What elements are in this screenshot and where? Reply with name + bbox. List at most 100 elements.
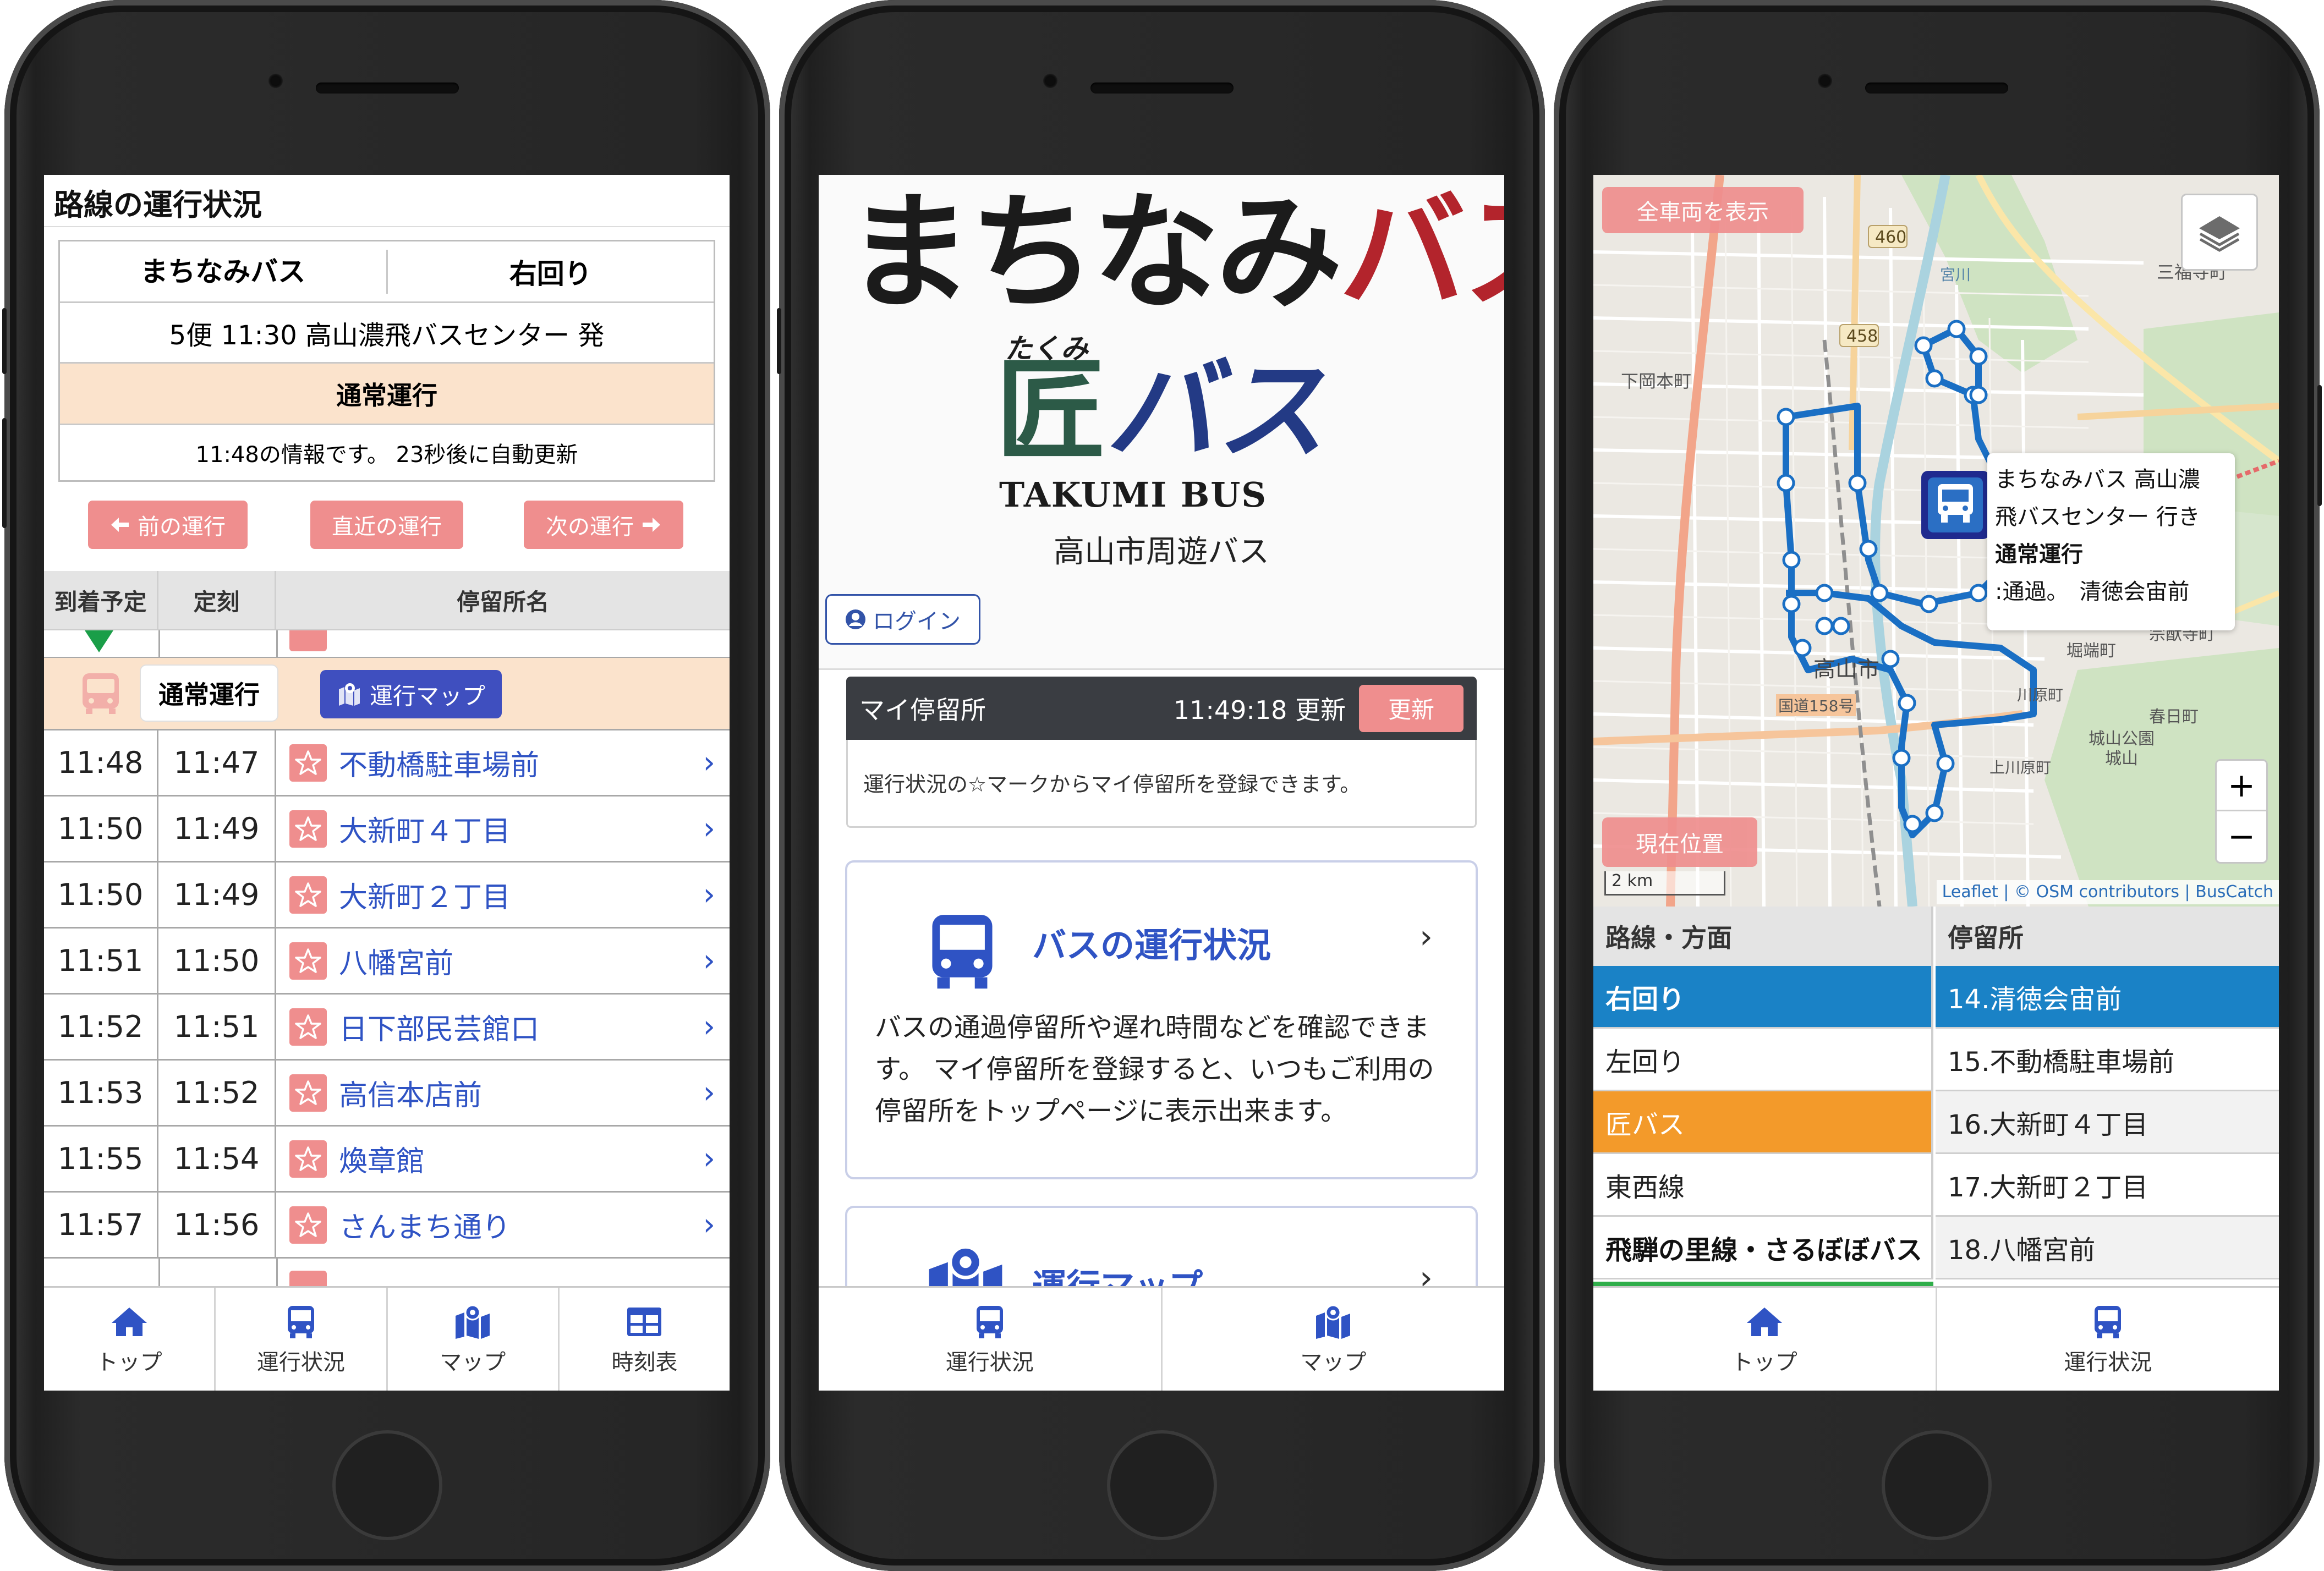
- chevron-right-icon: ›: [703, 1141, 715, 1177]
- refresh-button[interactable]: 更新: [1359, 684, 1464, 732]
- map-icon: [456, 1304, 490, 1339]
- popup-passed: :通過。 清徳会宙前: [1995, 579, 2190, 605]
- stop-row[interactable]: 11:57 11:56 さんまち通り ›: [44, 1193, 730, 1259]
- stop-item[interactable]: 16.大新町４丁目: [1936, 1091, 2279, 1154]
- star-icon[interactable]: [289, 1074, 327, 1112]
- chevron-right-icon: ›: [703, 943, 715, 979]
- popup-status: 通常運行: [1995, 542, 2083, 567]
- stop-name-cell[interactable]: 大新町２丁目 ›: [276, 863, 730, 927]
- star-icon[interactable]: [289, 1140, 327, 1178]
- latest-trip-button[interactable]: 直近の運行: [310, 501, 463, 549]
- label-route158: 国道158号: [1776, 694, 1856, 716]
- eta-cell: 11:52: [44, 995, 158, 1059]
- bottom-nav: 運行状況 マップ: [819, 1286, 1504, 1391]
- scheduled-cell: 11:51: [158, 995, 276, 1059]
- stop-name-cell[interactable]: 日下部民芸館口 ›: [276, 995, 730, 1059]
- zoom-in-button[interactable]: +: [2217, 761, 2266, 811]
- stop-name: 高信本店前: [339, 1079, 483, 1112]
- route-item[interactable]: 右回り: [1593, 966, 1933, 1029]
- stop-name-cell[interactable]: 八幡宮前 ›: [276, 929, 730, 993]
- star-icon[interactable]: [289, 1008, 327, 1046]
- stop-name-cell[interactable]: 不動橋駐車場前 ›: [276, 730, 730, 795]
- star-icon[interactable]: [289, 810, 327, 848]
- scheduled-cell: 11:49: [158, 863, 276, 927]
- stop-row[interactable]: 11:50 11:49 大新町４丁目 ›: [44, 797, 730, 863]
- eta-cell: 11:55: [44, 1127, 158, 1191]
- home-icon: [1746, 1307, 1782, 1336]
- stop-name: 不動橋駐車場前: [339, 749, 540, 782]
- nav-timetable-label: 時刻表: [611, 1349, 678, 1375]
- arrow-left-icon: [111, 518, 129, 532]
- trip-label: 5便 11:30 高山濃飛バスセンター 発: [60, 303, 714, 364]
- eta-cell: 11:50: [44, 797, 158, 861]
- stop-name-cell[interactable]: さんまち通り ›: [276, 1193, 730, 1257]
- stop-row[interactable]: 11:52 11:51 日下部民芸館口 ›: [44, 995, 730, 1061]
- stop-item[interactable]: 15.不動橋駐車場前: [1936, 1029, 2279, 1091]
- screen-route-status: 路線の運行状況 まちなみバス 右回り 5便 11:30 高山濃飛バスセンター 発…: [44, 175, 730, 1391]
- stop-row[interactable]: 11:48 11:47 不動橋駐車場前 ›: [44, 730, 730, 797]
- layers-button[interactable]: [2181, 194, 2258, 271]
- route-item[interactable]: 匠バス: [1593, 1091, 1933, 1154]
- prev-trip-button[interactable]: 前の運行: [88, 501, 248, 549]
- nav-map[interactable]: マップ: [388, 1288, 560, 1391]
- eta-cell: 11:50: [44, 863, 158, 927]
- stop-row[interactable]: 11:53 11:52 高信本店前 ›: [44, 1061, 730, 1127]
- zoom-out-button[interactable]: −: [2217, 811, 2266, 862]
- star-icon[interactable]: [289, 942, 327, 980]
- star-icon[interactable]: [289, 876, 327, 914]
- stop-item[interactable]: 17.大新町２丁目: [1936, 1154, 2279, 1217]
- map-icon: [1316, 1304, 1351, 1339]
- chevron-right-icon: ›: [703, 1009, 715, 1045]
- map-attribution[interactable]: Leaflet | © OSM contributors | BusCatch: [1936, 880, 2279, 904]
- stop-name-cell[interactable]: 煥章館 ›: [276, 1127, 730, 1191]
- phone-frame-1: 路線の運行状況 まちなみバス 右回り 5便 11:30 高山濃飛バスセンター 発…: [2, 0, 770, 1571]
- stop-item[interactable]: 18.八幡宮前: [1936, 1217, 2279, 1279]
- bottom-nav: トップ 運行状況 マップ 時刻表: [44, 1286, 730, 1391]
- route-item[interactable]: 飛騨の里線・さるぼぼバス: [1593, 1217, 1933, 1279]
- nav-map[interactable]: マップ: [1163, 1288, 1505, 1391]
- next-trip-button[interactable]: 次の運行: [524, 501, 683, 549]
- stop-name-cell[interactable]: 大新町４丁目 ›: [276, 797, 730, 861]
- nav-status[interactable]: 運行状況: [1937, 1288, 2279, 1391]
- bus-icon: [976, 1305, 1003, 1338]
- star-icon[interactable]: [289, 1206, 327, 1244]
- logo-takumi-a: 匠: [996, 347, 1106, 475]
- stop-row[interactable]: 11:50 11:49 大新町２丁目 ›: [44, 863, 730, 929]
- stop-name: 八幡宮前: [339, 947, 454, 980]
- bus-icon: [287, 1305, 314, 1338]
- home-button[interactable]: [1107, 1430, 1217, 1540]
- nav-status[interactable]: 運行状況: [216, 1288, 388, 1391]
- stop-name-cell[interactable]: 高信本店前 ›: [276, 1061, 730, 1125]
- col-route-direction: 路線・方面: [1593, 907, 1933, 966]
- nav-status[interactable]: 運行状況: [819, 1288, 1163, 1391]
- logo-text-a: まちなみ: [846, 180, 1342, 327]
- route-item[interactable]: 東西線: [1593, 1154, 1933, 1217]
- stop-item[interactable]: 14.清徳会宙前: [1936, 966, 2279, 1029]
- nav-top-label: トップ: [96, 1349, 162, 1375]
- login-button[interactable]: ログイン: [825, 594, 980, 645]
- eta-cell: 11:48: [44, 730, 158, 795]
- scheduled-cell: 11:56: [158, 1193, 276, 1257]
- map-view[interactable]: 460 458 三福寺町 下岡本町 高山市 国道158号 城山公園 城山 春日町…: [1593, 175, 2279, 907]
- nav-timetable[interactable]: 時刻表: [560, 1288, 730, 1391]
- home-button[interactable]: [332, 1430, 442, 1540]
- star-icon[interactable]: [289, 744, 327, 782]
- route-direction: 右回り: [509, 257, 592, 290]
- route-map-button[interactable]: 運行マップ: [320, 670, 502, 718]
- show-all-vehicles-button[interactable]: 全車両を表示: [1602, 187, 1804, 233]
- logo-takumi-bus: 匠バス: [996, 356, 1326, 466]
- stop-row[interactable]: 11:55 11:54 煥章館 ›: [44, 1127, 730, 1193]
- current-position-triangle-icon: [85, 630, 113, 652]
- current-location-button[interactable]: 現在位置: [1602, 817, 1757, 867]
- nav-top[interactable]: トップ: [1593, 1288, 1937, 1391]
- nav-status-label: 運行状況: [945, 1349, 1034, 1375]
- scrolled-row-bottom: [44, 1259, 730, 1286]
- label-shimookamoto: 下岡本町: [1621, 371, 1692, 392]
- route-item[interactable]: 左回り: [1593, 1029, 1933, 1091]
- nav-top[interactable]: トップ: [44, 1288, 216, 1391]
- prev-trip-label: 前の運行: [138, 514, 226, 540]
- bus-status-card[interactable]: バスの運行状況 › バスの通過停留所や遅れ時間などを確認できます。 マイ停留所を…: [845, 860, 1478, 1179]
- home-button[interactable]: [1882, 1430, 1992, 1540]
- user-icon: [846, 609, 865, 629]
- stop-row[interactable]: 11:51 11:50 八幡宮前 ›: [44, 929, 730, 995]
